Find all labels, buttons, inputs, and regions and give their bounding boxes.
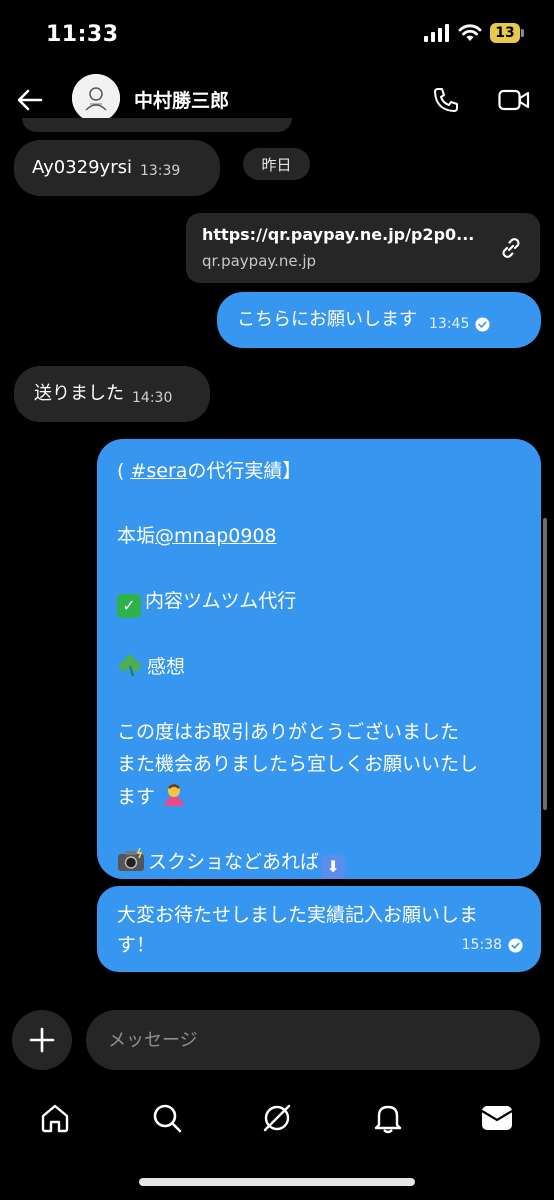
cellular-signal-icon [424,24,449,42]
mention-link[interactable]: @mnap0908 [155,525,277,547]
nav-explore[interactable] [257,1098,297,1138]
message-time: 13:39 [139,162,181,179]
down-arrow-emoji: ⬇ [321,854,346,879]
bottom-nav [0,1090,554,1144]
message-time: 13:45 [429,315,470,332]
phone-icon [434,88,458,112]
message-line: 本垢@mnap0908 [117,520,519,553]
message-text: 本垢 [117,525,156,547]
partial-message-bubble [22,118,292,132]
message-text: ます [117,785,156,808]
read-receipt-check-icon [475,316,490,332]
back-arrow-icon [17,89,43,111]
message-text: す！ [117,934,156,956]
notifications-bell-icon [374,1105,402,1134]
check-mark-button-emoji: ✓ [117,594,141,618]
message-text: 大変お待たせしました実績記入お願いしま [117,904,479,926]
voice-call-button[interactable] [428,82,464,118]
message-composer[interactable] [86,1010,540,1070]
explore-icon [263,1104,291,1132]
shamrock-emoji [119,654,141,676]
camera-flash-emoji [118,847,144,871]
nav-home[interactable] [35,1098,75,1138]
link-domain: qr.paypay.ne.jp [202,252,317,270]
message-text: こちらにお願いします [237,309,417,331]
link-preview-card[interactable]: https://qr.paypay.ne.jp/p2p0... qr.paypa… [186,213,540,283]
video-call-icon [498,89,530,111]
date-separator: 昨日 [243,148,310,180]
message-line: ( #seraの代行実績】 [117,455,519,488]
home-indicator [139,1178,415,1186]
home-icon [41,1104,69,1133]
message-text: ( [117,460,131,482]
message-bubble-outgoing[interactable]: こちらにお願いします 13:45 [217,292,541,348]
search-icon [153,1104,182,1133]
message-text: 送りました [34,383,124,405]
message-text: スクショなどあれば [148,850,320,873]
link-url[interactable]: https://qr.paypay.ne.jp/p2p0... [202,225,482,244]
nav-search[interactable] [147,1098,187,1138]
back-button[interactable] [12,82,48,118]
message-line: ✓ 内容ツムツム代行 [117,585,519,618]
message-input[interactable] [108,1010,518,1070]
avatar[interactable] [72,74,120,122]
message-bubble-incoming[interactable]: Ay0329yrsi 13:39 [14,140,220,196]
message-time: 15:38 [461,937,502,953]
message-bubble-outgoing[interactable]: 大変お待たせしました実績記入お願いしま す！ 15:38 [97,886,541,972]
message-line: この度はお取引ありがとうございました [117,720,460,743]
message-text: の代行実績】 [187,460,302,482]
message-meta: 15:38 [462,930,523,960]
avatar-image-icon [72,74,120,122]
message-time: 14:30 [132,389,173,406]
status-bar: 11:33 13 [0,0,554,64]
hashtag-link[interactable]: #sera [130,460,187,482]
message-text: 内容ツムツム代行 [145,590,297,612]
contact-name[interactable]: 中村勝三郎 [134,86,229,113]
message-text: Ay0329yrsi [32,157,132,179]
scrollbar[interactable] [543,518,547,810]
wifi-icon [458,24,482,41]
battery-icon: 13 [490,23,524,43]
video-call-button[interactable] [494,82,534,118]
message-text: 感想 [147,655,186,678]
nav-notifications[interactable] [368,1098,408,1138]
person-bowing-emoji [165,783,184,806]
nav-inbox[interactable] [477,1098,517,1138]
message-line: スクショなどあれば ⬇ [117,846,519,879]
status-icons: 13 [424,23,524,43]
message-line: ます [117,781,519,814]
message-line: また機会ありましたら宜しくお願いいたし [117,753,479,775]
message-bubble-incoming[interactable]: 送りました 14:30 [14,366,210,422]
message-bubble-outgoing-long[interactable]: ( #seraの代行実績】 本垢@mnap0908 ✓ 内容ツムツム代行 感想 こ… [97,439,541,879]
read-receipt-check-icon [508,937,523,953]
plus-icon [29,1027,55,1053]
battery-level: 13 [490,23,520,43]
inbox-icon [481,1106,513,1130]
add-attachment-button[interactable] [12,1010,72,1070]
link-icon [502,238,520,258]
message-line: 感想 [117,651,519,684]
status-time: 11:33 [46,22,119,47]
